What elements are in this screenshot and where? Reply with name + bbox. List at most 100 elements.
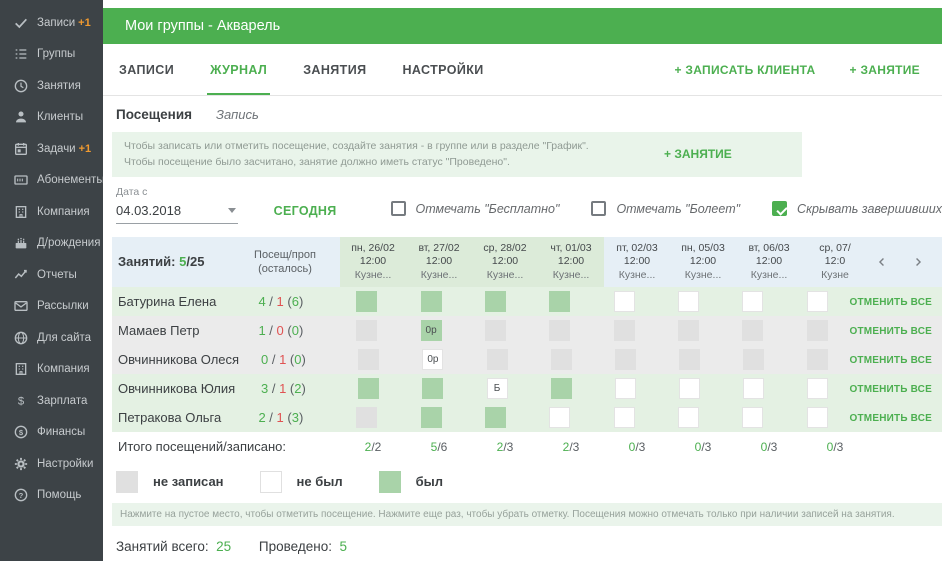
attendance-cell-r3c0[interactable] — [358, 377, 380, 399]
date-column-header-3[interactable]: чт, 01/03 12:00 Кузне... — [538, 236, 604, 287]
attendance-cell-r0c1[interactable] — [420, 290, 442, 312]
sidebar-item-klienty[interactable]: Клиенты — [0, 102, 103, 134]
attendance-cell-r0c3[interactable] — [549, 290, 571, 312]
attendance-cell-r2c4[interactable] — [614, 348, 636, 370]
date-from-select[interactable]: 04.03.2018 — [116, 201, 238, 224]
date-columns-container: пн, 26/02 12:00 Кузне... вт, 27/02 12:00 Кузн… — [340, 236, 868, 287]
client-name[interactable]: Овчинникова Олеся — [112, 352, 239, 367]
attendance-cell-r0c5[interactable] — [678, 290, 700, 312]
attendance-cell-r3c2[interactable]: Б — [486, 377, 508, 399]
cancel-all-button[interactable]: ОТМЕНИТЬ ВСЕ — [849, 355, 932, 366]
date-column-header-7[interactable]: ср, 07/12:0 Кузне — [802, 236, 868, 287]
date-column-header-4[interactable]: пт, 02/03 12:00 Кузне... — [604, 236, 670, 287]
sidebar-item-rassylki[interactable]: Рассылки — [0, 291, 103, 323]
attendance-cell-r2c7[interactable] — [806, 348, 828, 370]
cancel-all-button[interactable]: ОТМЕНИТЬ ВСЕ — [850, 326, 933, 337]
attendance-cell-r4c7[interactable] — [806, 406, 828, 428]
sidebar-item-birthdays[interactable]: Д/рождения — [0, 228, 103, 260]
client-name[interactable]: Петракова Ольга — [112, 410, 227, 425]
subtab-zapis[interactable]: Запись — [216, 107, 259, 122]
dollar-icon: $ — [13, 393, 29, 409]
checkbox-group-0[interactable]: Отмечать "Бесплатно" — [390, 201, 559, 217]
client-name[interactable]: Овчинникова Юлия — [112, 381, 235, 396]
attendance-cell-r3c4[interactable] — [614, 377, 636, 399]
attendance-cell-r4c5[interactable] — [678, 406, 700, 428]
sidebar-item-gruppy[interactable]: Группы — [0, 39, 103, 71]
attendance-cell-r4c1[interactable] — [420, 406, 442, 428]
attendance-cell-r1c1[interactable]: 0р — [420, 319, 442, 341]
attendance-cell-r4c4[interactable] — [613, 406, 635, 428]
attendance-cell-r3c3[interactable] — [550, 377, 572, 399]
sidebar-item-zadachi[interactable]: Задачи +1 — [0, 133, 103, 165]
client-name[interactable]: Мамаев Петр — [112, 323, 227, 338]
date-column-header-2[interactable]: ср, 28/02 12:00 Кузне... — [472, 236, 538, 287]
attendance-cell-r2c0[interactable] — [358, 348, 380, 370]
date-column-header-1[interactable]: вт, 27/02 12:00 Кузне... — [406, 236, 472, 287]
attendance-cell-r0c4[interactable] — [613, 290, 635, 312]
tab-zapisi[interactable]: ЗАПИСИ — [116, 44, 177, 95]
attendance-cell-r3c1[interactable] — [422, 377, 444, 399]
sidebar-item-otchety[interactable]: Отчеты — [0, 259, 103, 291]
attendance-cell-r1c5[interactable] — [678, 319, 700, 341]
attendance-cell-r3c7[interactable] — [806, 377, 828, 399]
sidebar-item-dlya-sayta[interactable]: Для сайта — [0, 322, 103, 354]
sidebar-item-zarplata[interactable]: $ Зарплата — [0, 385, 103, 417]
attendance-cell-r0c0[interactable] — [356, 290, 378, 312]
client-name[interactable]: Батурина Елена — [112, 294, 227, 309]
sidebar-item-kompaniya2[interactable]: Компания — [0, 354, 103, 386]
attendance-cell-r4c2[interactable] — [484, 406, 506, 428]
zapisat-klienta-button[interactable]: + ЗАПИСАТЬ КЛИЕНТА — [674, 63, 815, 77]
attendance-cell-r1c2[interactable] — [484, 319, 506, 341]
attendance-cell-r3c5[interactable] — [678, 377, 700, 399]
date-column-header-0[interactable]: пн, 26/02 12:00 Кузне... — [340, 236, 406, 287]
attendance-cell-r1c3[interactable] — [549, 319, 571, 341]
date-column-header-5[interactable]: пн, 05/03 12:00 Кузне... — [670, 236, 736, 287]
table-row: Овчинникова Олеся 0 / 1 (0) 0р ОТМЕНИТЬ ВСЕ — [112, 344, 942, 374]
checkbox-icon[interactable] — [390, 201, 406, 217]
attendance-cell-r2c2[interactable] — [486, 348, 508, 370]
cancel-all-button[interactable]: ОТМЕНИТЬ ВСЕ — [850, 413, 933, 424]
sidebar-item-kompaniya[interactable]: Компания — [0, 196, 103, 228]
subtab-posescheniya[interactable]: Посещения — [116, 107, 192, 122]
attendance-cell-r2c1[interactable]: 0р — [422, 348, 444, 370]
cancel-all-button[interactable]: ОТМЕНИТЬ ВСЕ — [850, 297, 933, 308]
add-lesson-link[interactable]: + ЗАНЯТИЕ — [664, 147, 732, 161]
attendance-cell-r4c6[interactable] — [742, 406, 764, 428]
sidebar-item-nastroyki[interactable]: Настройки — [0, 448, 103, 480]
attendance-cell-r1c0[interactable] — [356, 319, 378, 341]
attendance-cell-r4c0[interactable] — [356, 406, 378, 428]
notification-badge: +1 — [78, 16, 91, 29]
chevron-left-icon[interactable] — [875, 255, 889, 269]
date-column-header-6[interactable]: вт, 06/03 12:00 Кузне... — [736, 236, 802, 287]
attendance-cell-r2c6[interactable] — [742, 348, 764, 370]
checkbox-icon[interactable] — [591, 201, 607, 217]
attendance-cell-r1c7[interactable] — [806, 319, 828, 341]
building-icon — [13, 204, 29, 220]
checkbox-icon[interactable] — [772, 201, 788, 217]
sidebar-item-finansy[interactable]: $ Финансы — [0, 417, 103, 449]
cancel-all-button[interactable]: ОТМЕНИТЬ ВСЕ — [849, 384, 932, 395]
sidebar-item-zanyatiya[interactable]: Занятия — [0, 70, 103, 102]
sidebar-item-zapisi[interactable]: Записи +1 — [0, 7, 103, 39]
attendance-cell-r2c3[interactable] — [550, 348, 572, 370]
tab-nastroyki[interactable]: НАСТРОЙКИ — [399, 44, 486, 95]
checkbox-group-1[interactable]: Отмечать "Болеет" — [591, 201, 740, 217]
attendance-cell-r4c3[interactable] — [549, 406, 571, 428]
chevron-right-icon[interactable] — [911, 255, 925, 269]
checkbox-group-2[interactable]: Скрывать завершивших — [772, 201, 942, 217]
svg-text:$: $ — [19, 428, 24, 437]
sidebar-item-pomosch[interactable]: ? Помощь — [0, 480, 103, 512]
attendance-cell-r1c6[interactable] — [742, 319, 764, 341]
attendance-cell-r0c6[interactable] — [742, 290, 764, 312]
attendance-cell-r3c6[interactable] — [742, 377, 764, 399]
attendance-cell-r0c2[interactable] — [484, 290, 506, 312]
tab-zanyatiya[interactable]: ЗАНЯТИЯ — [300, 44, 369, 95]
today-button[interactable]: СЕГОДНЯ — [274, 204, 337, 218]
tab-zhurnal[interactable]: ЖУРНАЛ — [207, 44, 271, 95]
attendance-cell-r1c4[interactable] — [613, 319, 635, 341]
attendance-cell-r0c7[interactable] — [806, 290, 828, 312]
sidebar-item-abonementy[interactable]: Абонементы — [0, 165, 105, 197]
done-lessons-value: 5 — [339, 538, 348, 554]
attendance-cell-r2c5[interactable] — [678, 348, 700, 370]
zanyatie-button[interactable]: + ЗАНЯТИЕ — [850, 63, 920, 77]
